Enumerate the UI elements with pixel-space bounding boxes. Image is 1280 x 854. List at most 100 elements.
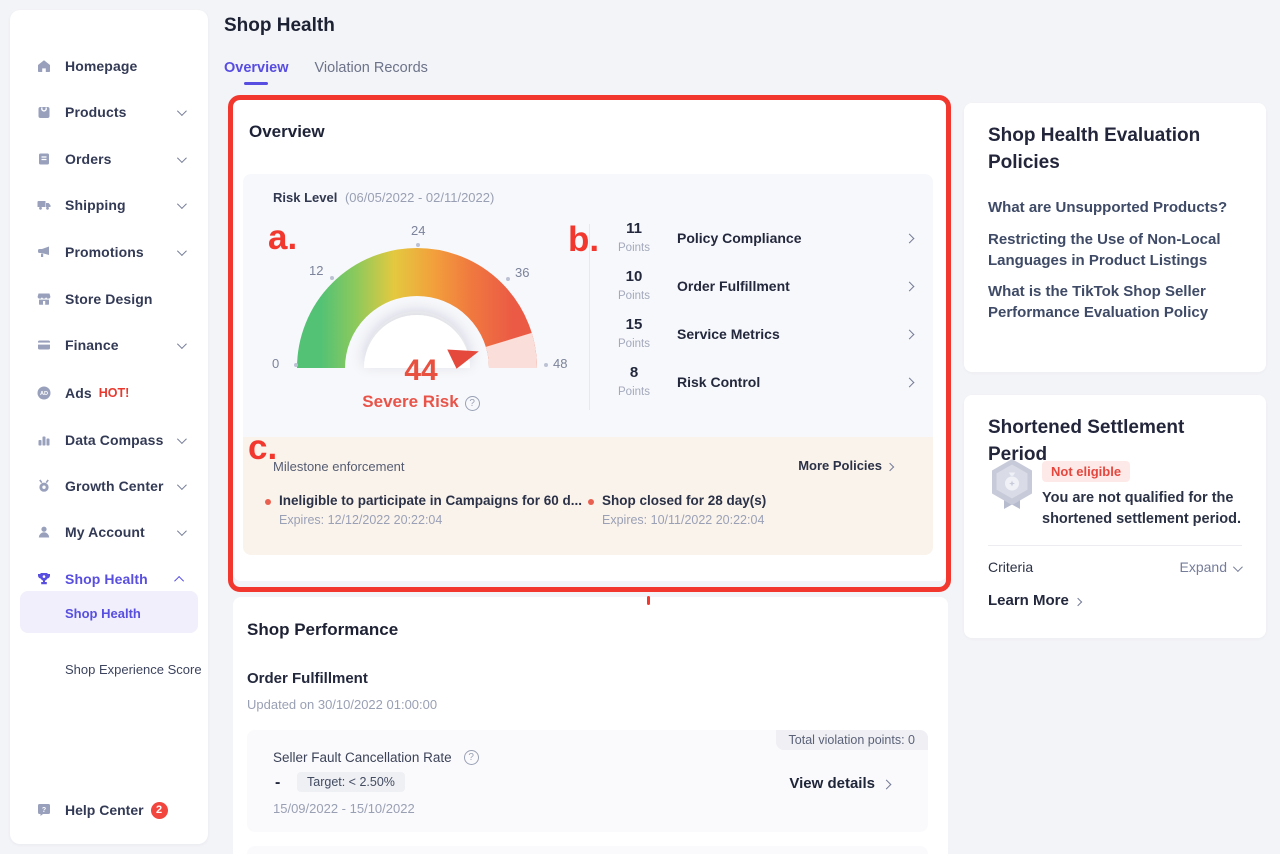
learn-more-link[interactable]: Learn More	[988, 592, 1081, 609]
tab-violation-records[interactable]: Violation Records	[315, 60, 428, 88]
sidebar-item-growth-center[interactable]: Growth Center	[10, 473, 208, 499]
chevron-down-icon	[177, 199, 187, 209]
promotions-icon	[36, 244, 52, 260]
hot-badge: HOT!	[99, 386, 130, 400]
sidebar-item-ads[interactable]: AD Ads HOT!	[10, 380, 208, 406]
chevron-up-icon	[174, 575, 184, 585]
help-icon: ?	[36, 802, 52, 818]
chevron-down-icon	[177, 106, 187, 116]
orders-icon	[36, 151, 52, 167]
gauge-tick-dot	[506, 277, 510, 281]
policy-link-performance-evaluation[interactable]: What is the TikTok Shop Seller Performan…	[988, 281, 1244, 323]
gauge-tick-dot	[330, 276, 334, 280]
sidebar-item-homepage[interactable]: Homepage	[10, 53, 208, 79]
total-violation-points-badge: Total violation points: 0	[776, 730, 928, 750]
sidebar-item-finance[interactable]: Finance	[10, 332, 208, 358]
shop-health-icon	[36, 571, 52, 587]
points-row-risk-control[interactable]: 8Points Risk Control	[605, 358, 923, 406]
points-row-policy-compliance[interactable]: 11Points Policy Compliance	[605, 214, 923, 262]
metric-value: -	[275, 774, 280, 792]
shop-performance-title: Shop Performance	[247, 620, 398, 640]
ads-icon: AD	[36, 385, 52, 401]
chevron-down-icon	[177, 246, 187, 256]
policies-card-title: Shop Health Evaluation Policies	[988, 123, 1242, 177]
settlement-message: You are not qualified for the shortened …	[1042, 488, 1248, 529]
sidebar: Homepage Products Orders Shipping Promot…	[10, 10, 208, 844]
shop-health-evaluation-policies-card: Shop Health Evaluation Policies What are…	[964, 103, 1266, 372]
metric-name: Seller Fault Cancellation Rate?	[273, 750, 479, 765]
finance-icon	[36, 337, 52, 353]
store-design-icon	[36, 291, 52, 307]
gauge-tick-dot	[416, 243, 420, 247]
overview-card: Overview Risk Level (06/05/2022 - 02/11/…	[233, 100, 947, 581]
chevron-down-icon	[1233, 562, 1243, 572]
gauge-tick-12: 12	[309, 263, 323, 278]
annotation-a: a.	[268, 220, 297, 255]
svg-text:?: ?	[42, 807, 46, 814]
chevron-right-icon	[1074, 598, 1082, 606]
chevron-down-icon	[177, 153, 187, 163]
chevron-right-icon	[905, 329, 915, 339]
gauge-tick-24: 24	[411, 223, 425, 238]
risk-gauge: 0 12 24 36 48 44 Severe Risk?	[265, 218, 577, 428]
sidebar-item-store-design[interactable]: Store Design	[10, 286, 208, 312]
sidebar-item-promotions[interactable]: Promotions	[10, 239, 208, 265]
settlement-medal-icon	[988, 457, 1036, 520]
chevron-down-icon	[177, 526, 187, 536]
help-center[interactable]: ? Help Center 2	[10, 798, 208, 822]
tab-overview[interactable]: Overview	[224, 60, 289, 88]
shop-performance-card: Shop Performance Order Fulfillment Updat…	[233, 597, 948, 854]
risk-level-heading: Risk Level (06/05/2022 - 02/11/2022)	[273, 190, 494, 205]
seller-fault-cancellation-card: Total violation points: 0 Seller Fault C…	[247, 730, 928, 832]
metric-period: 15/09/2022 - 15/10/2022	[273, 801, 415, 816]
my-account-icon	[36, 524, 52, 540]
risk-help-icon[interactable]: ?	[465, 396, 480, 411]
chevron-right-icon	[882, 780, 892, 790]
sidebar-item-shipping[interactable]: Shipping	[10, 192, 208, 218]
sidebar-item-my-account[interactable]: My Account	[10, 519, 208, 545]
bullet-dot	[265, 499, 271, 505]
milestone-more-policies-link[interactable]: More Policies	[798, 458, 893, 473]
annotation-b: b.	[568, 222, 599, 257]
policy-link-unsupported-products[interactable]: What are Unsupported Products?	[988, 197, 1244, 218]
sidebar-item-shop-health[interactable]: Shop Health	[10, 566, 208, 592]
points-row-order-fulfillment[interactable]: 10Points Order Fulfillment	[605, 262, 923, 310]
sidebar-item-products[interactable]: Products	[10, 99, 208, 125]
home-icon	[36, 58, 52, 74]
sidebar-item-data-compass[interactable]: Data Compass	[10, 427, 208, 453]
chevron-right-icon	[905, 281, 915, 291]
sidebar-item-orders[interactable]: Orders	[10, 146, 208, 172]
annotation-c: c.	[248, 430, 277, 465]
chevron-right-icon	[886, 463, 894, 471]
overview-card-title: Overview	[249, 122, 325, 142]
active-tab-underline	[244, 82, 268, 85]
chevron-right-icon	[905, 233, 915, 243]
page-title: Shop Health	[224, 15, 335, 37]
sidebar-subitem-shop-health[interactable]: Shop Health	[65, 606, 141, 621]
milestone-item: Ineligible to participate in Campaigns f…	[265, 493, 582, 527]
sidebar-subitem-shop-experience-score[interactable]: Shop Experience Score	[65, 662, 202, 677]
view-details-link[interactable]: View details	[789, 775, 890, 792]
growth-center-icon	[36, 478, 52, 494]
points-row-service-metrics[interactable]: 15Points Service Metrics	[605, 310, 923, 358]
policy-link-non-local-languages[interactable]: Restricting the Use of Non-Local Languag…	[988, 229, 1244, 271]
divider	[988, 545, 1242, 546]
violation-points-list: 11Points Policy Compliance 10Points Orde…	[605, 214, 923, 406]
shortened-settlement-period-card: Shortened Settlement Period Not eligible…	[964, 395, 1266, 638]
svg-text:AD: AD	[40, 391, 48, 397]
chevron-down-icon	[177, 480, 187, 490]
order-fulfillment-section-title: Order Fulfillment	[247, 670, 368, 687]
gauge-tick-36: 36	[515, 265, 529, 280]
milestone-enforcement-panel: Milestone enforcement More Policies Inel…	[243, 437, 933, 555]
shipping-icon	[36, 197, 52, 213]
target-chip: Target: < 2.50%	[297, 772, 405, 792]
next-metric-card-partial	[247, 846, 928, 854]
chevron-down-icon	[177, 339, 187, 349]
data-compass-icon	[36, 432, 52, 448]
milestone-title: Milestone enforcement	[273, 459, 405, 474]
criteria-label: Criteria	[988, 559, 1033, 575]
not-eligible-badge: Not eligible	[1042, 461, 1130, 482]
criteria-expand-toggle[interactable]: Expand	[1180, 559, 1240, 575]
metric-help-icon[interactable]: ?	[464, 750, 479, 765]
products-icon	[36, 104, 52, 120]
